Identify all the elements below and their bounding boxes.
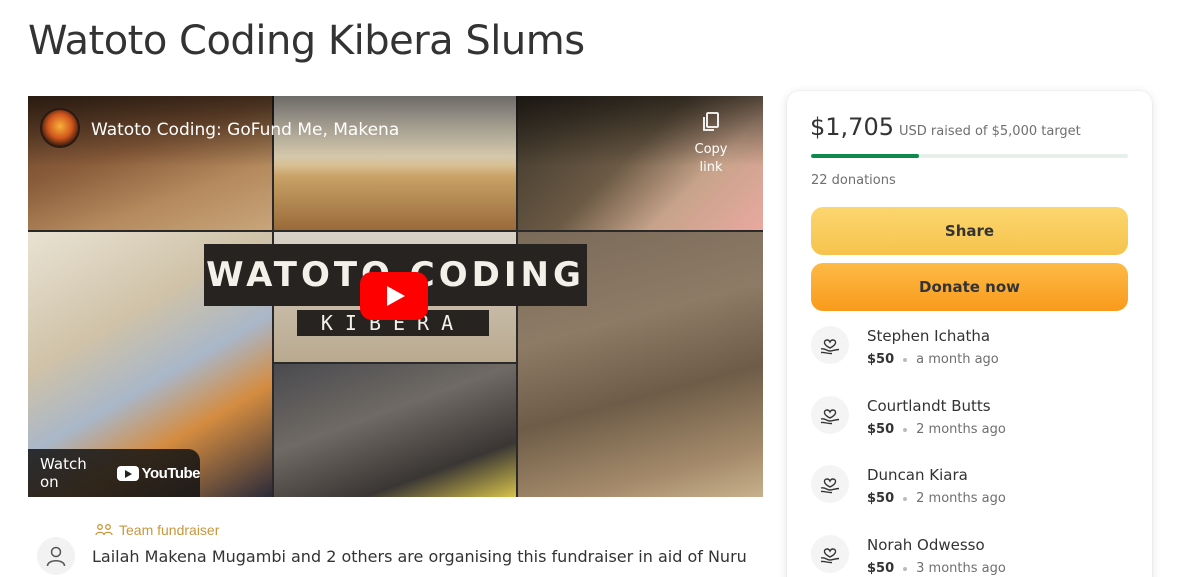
video-thumbnail-tile [274,364,516,497]
donor-amount: $50 [867,561,895,576]
watch-on-youtube-button[interactable]: Watch on YouTube [28,449,201,497]
share-button[interactable]: Share [811,207,1128,255]
donor-time: 2 months ago [916,422,1006,437]
donor-name: Norah Odwesso [867,536,985,554]
copy-icon [703,112,719,131]
progress-fill [811,154,920,158]
donation-count: 22 donations [811,173,896,188]
video-player[interactable]: Watoto Coding: GoFund Me, Makena Copy li… [28,96,763,497]
donation-heart-icon [811,535,849,573]
youtube-icon [116,465,139,481]
separator-dot [903,566,908,571]
target-text: USD raised of $5,000 target [898,124,1081,139]
donor-item: Stephen Ichatha $50 a month ago [811,326,1131,376]
amount-raised-row: $1,705 USD raised of $5,000 target [810,113,1081,141]
copy-link-label: Copy link [694,142,728,175]
donor-time: 3 months ago [916,561,1006,576]
donor-time: a month ago [916,352,999,367]
donor-name: Stephen Ichatha [867,327,991,345]
donor-meta: $50 2 months ago [867,422,1006,437]
donate-now-button[interactable]: Donate now [811,263,1128,311]
play-button[interactable] [360,272,428,320]
donation-heart-icon [811,326,849,364]
donor-item: Duncan Kiara $50 2 months ago [811,465,1131,515]
donation-card: $1,705 USD raised of $5,000 target 22 do… [787,91,1152,577]
organizer-avatar[interactable] [37,537,75,575]
progress-bar [811,154,1128,158]
donation-heart-icon [811,396,849,434]
donor-name: Duncan Kiara [867,466,968,484]
watch-on-label: Watch on [40,455,87,491]
amount-raised: $1,705 [810,113,894,141]
donor-amount: $50 [867,352,895,367]
donor-meta: $50 2 months ago [867,491,1006,506]
copy-link-button[interactable]: Copy link [681,110,741,176]
youtube-logo: YouTube [116,464,201,482]
user-icon [46,546,66,567]
donor-meta: $50 3 months ago [867,561,1006,576]
donation-heart-icon [811,465,849,503]
donor-item: Courtlandt Butts $50 2 months ago [811,396,1131,446]
donor-item: Norah Odwesso $50 3 months ago [811,535,1131,577]
channel-avatar[interactable] [40,108,80,148]
team-fundraiser-text: Team fundraiser [119,522,220,538]
donor-amount: $50 [867,422,895,437]
team-fundraiser-label: Team fundraiser [95,522,219,538]
organizer-description: Lailah Makena Mugambi and 2 others are o… [92,547,747,566]
separator-dot [903,496,908,501]
video-title[interactable]: Watoto Coding: GoFund Me, Makena [91,120,399,140]
separator-dot [903,427,908,432]
donor-time: 2 months ago [916,491,1006,506]
youtube-label: YouTube [141,464,201,482]
donor-meta: $50 a month ago [867,352,999,367]
page-title: Watoto Coding Kibera Slums [28,18,585,64]
team-icon [95,524,113,536]
donor-name: Courtlandt Butts [867,397,991,415]
separator-dot [903,357,908,362]
donor-amount: $50 [867,491,895,506]
